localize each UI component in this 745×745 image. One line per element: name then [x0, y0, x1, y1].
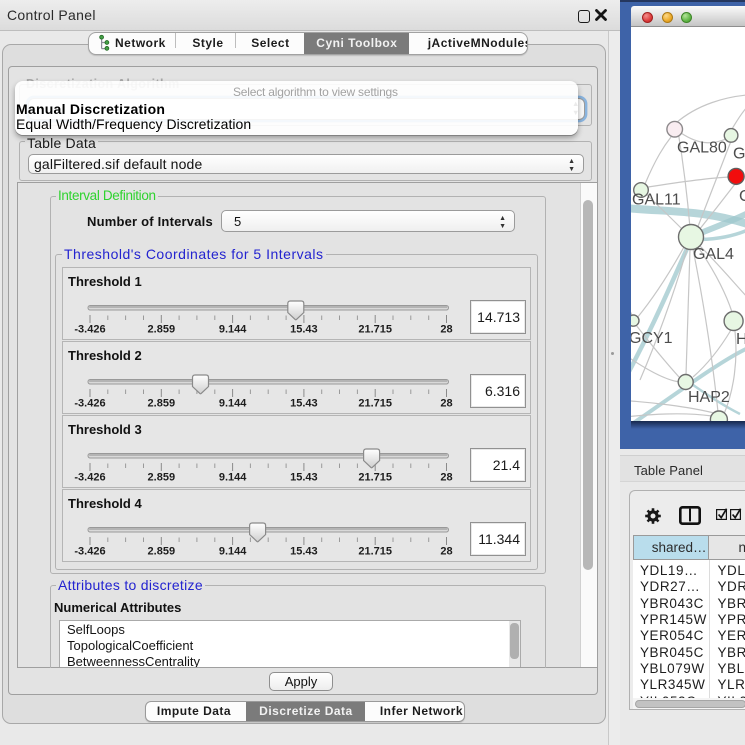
svg-text:GA: GA [733, 146, 745, 163]
svg-text:15.43: 15.43 [290, 546, 318, 558]
svg-text:15.43: 15.43 [290, 324, 318, 336]
svg-text:2.859: 2.859 [148, 398, 176, 410]
svg-text:GAL80: GAL80 [677, 140, 727, 157]
svg-text:2.859: 2.859 [148, 472, 176, 484]
svg-text:2.859: 2.859 [148, 324, 176, 336]
svg-text:9.144: 9.144 [219, 472, 247, 484]
svg-text:9.144: 9.144 [219, 546, 247, 558]
svg-text:9.144: 9.144 [219, 324, 247, 336]
svg-text:-3.426: -3.426 [74, 398, 105, 410]
svg-text:21.715: 21.715 [358, 472, 392, 484]
svg-text:-3.426: -3.426 [74, 546, 105, 558]
svg-text:28: 28 [440, 546, 452, 558]
svg-text:28: 28 [440, 472, 452, 484]
svg-text:GAL4: GAL4 [693, 246, 734, 263]
svg-text:HAP2: HAP2 [688, 389, 730, 406]
svg-text:H: H [736, 331, 745, 348]
svg-text:GCY1: GCY1 [631, 330, 673, 347]
svg-text:15.43: 15.43 [290, 472, 318, 484]
svg-text:-3.426: -3.426 [74, 472, 105, 484]
svg-text:21.715: 21.715 [358, 324, 392, 336]
svg-text:9.144: 9.144 [219, 398, 247, 410]
svg-text:21.715: 21.715 [358, 398, 392, 410]
svg-text:28: 28 [440, 398, 452, 410]
svg-text:C: C [739, 188, 745, 205]
svg-text:-3.426: -3.426 [74, 324, 105, 336]
svg-text:28: 28 [440, 324, 452, 336]
svg-text:21.715: 21.715 [358, 546, 392, 558]
svg-text:15.43: 15.43 [290, 398, 318, 410]
svg-text:2.859: 2.859 [148, 546, 176, 558]
svg-text:GAL11: GAL11 [632, 192, 681, 209]
